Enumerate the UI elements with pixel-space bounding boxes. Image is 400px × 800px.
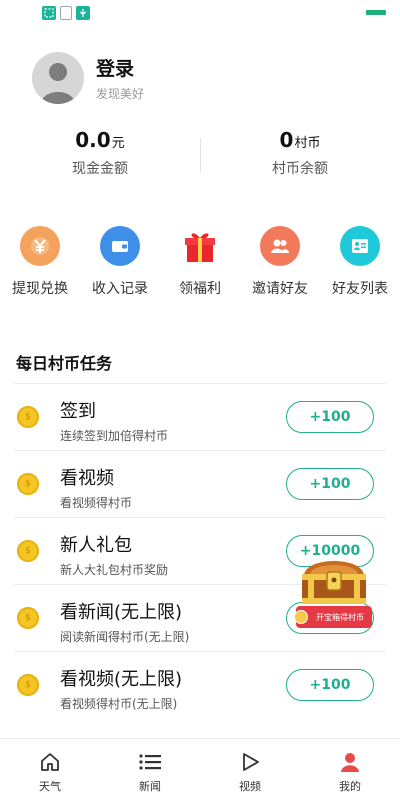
reward-button[interactable]: +100	[286, 401, 374, 433]
invite-friends-icon	[260, 226, 300, 266]
shortcut-label: 收入记录	[92, 281, 148, 297]
task-title: 新人礼包	[60, 535, 132, 556]
profile-text: 登录 发现美好	[96, 54, 144, 102]
nav-label: 天气	[39, 780, 61, 793]
usb-icon	[76, 6, 90, 20]
coin-unit: 村币	[294, 136, 321, 151]
task-sign-in[interactable]: $ 签到 连续签到加倍得村币 +100	[14, 383, 386, 450]
task-desc: 看视频得村币(无上限)	[60, 697, 178, 711]
person-icon	[341, 753, 359, 772]
status-bar	[0, 0, 400, 26]
coin-label: 村币余额	[272, 161, 328, 177]
coin-icon: $	[17, 406, 39, 428]
status-icons	[42, 6, 90, 20]
task-title: 看视频(无上限)	[60, 669, 183, 690]
battery-icon	[366, 10, 386, 15]
screenshot-icon	[42, 6, 56, 20]
play-icon	[243, 753, 259, 771]
task-watch-video-unlimited[interactable]: $ 看视频(无上限) 看视频得村币(无上限) +100	[14, 651, 386, 718]
cash-amount: 0.0	[75, 128, 111, 152]
nav-tab-news[interactable]: 新闻	[100, 739, 200, 800]
task-desc: 看视频得村币	[60, 496, 133, 510]
task-desc: 阅读新闻得村币(无上限)	[60, 630, 190, 644]
coin-icon: $	[17, 607, 39, 629]
nav-label: 我的	[339, 780, 361, 793]
coin-badge-icon	[294, 610, 308, 624]
nav-label: 视频	[239, 780, 261, 793]
profile-header[interactable]: 登录 发现美好	[32, 52, 144, 104]
reward-button[interactable]: +100	[286, 468, 374, 500]
login-label[interactable]: 登录	[96, 54, 144, 81]
coin-balance[interactable]: 0村币 村币余额	[200, 128, 400, 188]
clipboard-icon	[60, 6, 72, 20]
home-icon	[41, 753, 59, 771]
task-title: 签到	[60, 401, 96, 422]
coin-icon: $	[17, 540, 39, 562]
task-watch-video[interactable]: $ 看视频 看视频得村币 +100	[14, 450, 386, 517]
wallet-icon	[100, 226, 140, 266]
profile-subtitle: 发现美好	[96, 87, 145, 101]
coin-amount: 0	[279, 128, 294, 152]
shortcut-grid: 提现兑换 收入记录 领福利 邀请好友 好友列表	[0, 226, 400, 298]
gift-icon	[180, 226, 220, 266]
coin-icon: $	[17, 473, 39, 495]
shortcut-friend-list[interactable]: 好友列表	[320, 226, 400, 298]
shortcut-label: 提现兑换	[12, 281, 68, 297]
shortcut-benefits[interactable]: 领福利	[160, 226, 240, 298]
bottom-nav: 天气 新闻 视频 我的	[0, 738, 400, 800]
task-desc: 连续签到加倍得村币	[60, 429, 169, 443]
cash-balance[interactable]: 0.0元 现金金额	[0, 128, 200, 188]
nav-tab-mine[interactable]: 我的	[300, 739, 400, 800]
shortcut-invite-friends[interactable]: 邀请好友	[240, 226, 320, 298]
treasure-box-widget[interactable]: 开宝箱得村币	[294, 548, 374, 632]
friend-list-icon	[340, 226, 380, 266]
list-icon	[139, 754, 161, 770]
nav-tab-weather[interactable]: 天气	[0, 739, 100, 800]
nav-tab-video[interactable]: 视频	[200, 739, 300, 800]
nav-label: 新闻	[139, 780, 161, 793]
avatar[interactable]	[32, 52, 84, 104]
shortcut-label: 领福利	[179, 281, 221, 297]
balance-divider	[200, 138, 201, 172]
yen-icon	[20, 226, 60, 266]
treasure-chest-icon	[302, 561, 366, 604]
reward-button[interactable]: +100	[286, 669, 374, 701]
cash-unit: 元	[111, 136, 125, 151]
coin-icon: $	[17, 674, 39, 696]
shortcut-label: 好友列表	[332, 281, 388, 297]
balances: 0.0元 现金金额 0村币 村币余额	[0, 128, 400, 188]
task-desc: 新人大礼包村币奖励	[60, 563, 169, 577]
shortcut-label: 邀请好友	[252, 281, 308, 297]
task-title: 看新闻(无上限)	[60, 602, 183, 623]
task-title: 看视频	[60, 468, 114, 489]
shortcut-withdraw[interactable]: 提现兑换	[0, 226, 80, 298]
shortcut-income-records[interactable]: 收入记录	[80, 226, 160, 298]
cash-label: 现金金额	[72, 161, 128, 177]
tasks-section-title: 每日村币任务	[16, 354, 113, 373]
